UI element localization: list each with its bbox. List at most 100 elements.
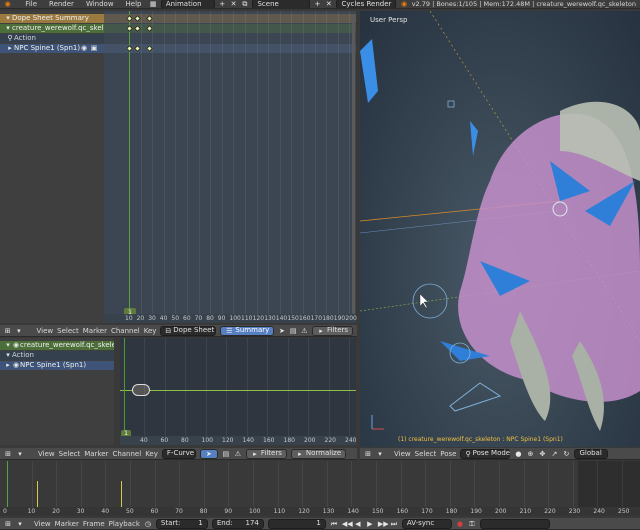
playhead-line[interactable]	[124, 338, 125, 445]
menu-toggle-icon[interactable]: ▾	[376, 450, 384, 458]
menu-render[interactable]: Render	[49, 0, 74, 8]
scene-icon[interactable]: ⧉	[241, 0, 248, 8]
show-hidden-icon[interactable]: ▤	[290, 327, 297, 335]
menu-toggle-icon[interactable]: ▾	[16, 450, 24, 458]
filters-label: Filters	[327, 326, 349, 334]
vp-menu-pose[interactable]: Pose	[440, 450, 456, 458]
graph-filters-button[interactable]: ▸ Filters	[245, 448, 287, 459]
ge-menu-view[interactable]: View	[38, 450, 55, 458]
menu-window[interactable]: Window	[86, 0, 114, 8]
ge-menu-marker[interactable]: Marker	[84, 450, 108, 458]
scene-selector[interactable]: Scene	[252, 0, 310, 8]
rotate-icon[interactable]: ↻	[562, 450, 570, 458]
tl-menu-view[interactable]: View	[34, 520, 51, 528]
add-layout-icon[interactable]: +	[219, 0, 226, 8]
keying-set-field[interactable]	[479, 518, 550, 529]
vp-menu-select[interactable]: Select	[415, 450, 437, 458]
ds-menu-key[interactable]: Key	[144, 327, 157, 335]
menu-file[interactable]: File	[25, 0, 37, 8]
graph-mode-selector[interactable]: F-Curve	[161, 448, 196, 459]
pivot-icon[interactable]: ⊕	[526, 450, 534, 458]
end-frame-field[interactable]: End: 174	[211, 518, 264, 529]
normalize-button[interactable]: ▸ Normalize	[290, 448, 347, 459]
ge-menu-select[interactable]: Select	[59, 450, 81, 458]
filters-button[interactable]: ▸ Filters	[312, 325, 354, 336]
only-selected-icon[interactable]: ➤	[278, 327, 285, 335]
prev-keyframe-icon[interactable]: ◀◀	[342, 520, 353, 528]
transform-orientation-selector[interactable]: Global	[574, 448, 609, 459]
keyframe-cluster[interactable]	[132, 384, 150, 396]
dopesheet-grid[interactable]: 1 10 20 30 40 50 60 70 80 90 100 110 120 130 140 150 16…	[104, 11, 357, 323]
dopesheet-scrollbar[interactable]	[352, 14, 355, 314]
channel-object[interactable]: ▾creature_werewolf.qc_skeleton	[0, 24, 104, 33]
tl-menu-frame[interactable]: Frame	[83, 520, 105, 528]
interaction-mode-selector[interactable]: ⚲ Pose Mode	[460, 448, 511, 459]
only-selected-button[interactable]: ➤	[199, 448, 218, 459]
ge-menu-channel[interactable]: Channel	[112, 450, 141, 458]
keying-set-icon[interactable]: ⚿	[468, 520, 476, 528]
menu-toggle-icon[interactable]: ▾	[16, 520, 24, 528]
close-scene-icon[interactable]: ✕	[325, 0, 332, 8]
editor-type-icon[interactable]: ⊞	[4, 520, 12, 528]
ds-menu-marker[interactable]: Marker	[83, 327, 107, 335]
menu-toggle-icon[interactable]: ▾	[15, 327, 22, 335]
play-icon[interactable]: ▶	[366, 520, 374, 528]
only-errors-icon[interactable]: ⚠	[301, 327, 308, 335]
tl-menu-marker[interactable]: Marker	[55, 520, 79, 528]
expand-icon[interactable]: ▸	[6, 44, 14, 52]
manipulator-icon[interactable]: ✥	[538, 450, 546, 458]
ge-menu-key[interactable]: Key	[145, 450, 158, 458]
tl-menu-playback[interactable]: Playback	[109, 520, 140, 528]
jump-start-icon[interactable]: ⏮	[330, 520, 338, 528]
channel-dopesheet-summary[interactable]: ▾ Dope Sheet Summary	[0, 14, 104, 23]
editor-type-icon[interactable]: ⊞	[4, 450, 12, 458]
next-keyframe-icon[interactable]: ▶▶	[378, 520, 389, 528]
only-errors-icon[interactable]: ⚠	[234, 450, 242, 458]
expand-icon[interactable]: ▸	[4, 361, 12, 369]
dopesheet-bone-band	[104, 44, 356, 53]
close-layout-icon[interactable]: ✕	[230, 0, 237, 8]
start-frame-field[interactable]: Start: 1	[155, 518, 208, 529]
timeline-area[interactable]: 0 10 20 30 40 50 60 70 80 90 100 110 120 130 140 150 160…	[0, 461, 640, 516]
graph-channel-object[interactable]: ▾ ◉creature_werewolf.qc_skeleto	[0, 341, 114, 350]
ds-menu-view[interactable]: View	[37, 327, 54, 335]
visibility-icon[interactable]: ◉	[12, 361, 20, 369]
layout-selector[interactable]: Animation	[160, 0, 215, 8]
vp-menu-view[interactable]: View	[394, 450, 411, 458]
expand-icon[interactable]: ▾	[4, 351, 12, 359]
editor-type-icon[interactable]: ⊞	[4, 327, 11, 335]
translate-icon[interactable]: ↗	[550, 450, 558, 458]
blender-logo-icon[interactable]: ◉	[4, 0, 11, 8]
grid-line	[7, 461, 8, 507]
menu-help[interactable]: Help	[126, 0, 142, 8]
editor-type-icon[interactable]: ⊞	[364, 450, 372, 458]
graph-ruler[interactable]	[120, 436, 356, 445]
add-scene-icon[interactable]: +	[314, 0, 321, 8]
graph-channel-action[interactable]: ▾ Action	[0, 351, 114, 360]
expand-icon[interactable]: ▾	[4, 341, 12, 349]
ds-menu-select[interactable]: Select	[57, 327, 79, 335]
render-engine-selector[interactable]: Cycles Render	[336, 0, 397, 8]
play-reverse-icon[interactable]: ◀	[354, 520, 362, 528]
channel-bone[interactable]: ▸ NPC Spine1 (Spn1) ◉ ▣	[0, 44, 104, 53]
sync-mode-selector[interactable]: AV-sync	[401, 518, 452, 529]
visibility-icon[interactable]: ◉	[12, 341, 20, 349]
layout-grid-icon[interactable]: ▦	[150, 0, 157, 8]
summary-toggle-button[interactable]: ☰ Summary	[220, 325, 275, 336]
jump-end-icon[interactable]: ⏭	[390, 520, 398, 528]
graph-grid[interactable]: 1 40 60 80 100 120 140 160 180 200 220 240	[120, 338, 356, 445]
shading-icon[interactable]: ●	[514, 450, 522, 458]
preview-range-icon[interactable]: ◷	[144, 520, 152, 528]
current-frame-field[interactable]: 1	[267, 518, 326, 529]
show-hidden-icon[interactable]: ▤	[222, 450, 230, 458]
record-icon[interactable]: ●	[456, 520, 464, 528]
channel-action[interactable]: ⚲Action	[0, 34, 104, 43]
dopesheet-mode-selector[interactable]: ⊟ Dope Sheet	[160, 325, 217, 336]
3d-viewport[interactable]: User Persp (1) creature_werewolf.qc_skel…	[360, 11, 640, 447]
ds-menu-channel[interactable]: Channel	[111, 327, 140, 335]
expand-icon[interactable]: ▾	[4, 14, 12, 22]
visibility-icon[interactable]: ◉	[80, 44, 88, 52]
lock-icon[interactable]: ▣	[90, 44, 98, 52]
expand-icon[interactable]: ▾	[4, 24, 12, 32]
graph-channel-bone[interactable]: ▸ ◉NPC Spine1 (Spn1)	[0, 361, 114, 370]
